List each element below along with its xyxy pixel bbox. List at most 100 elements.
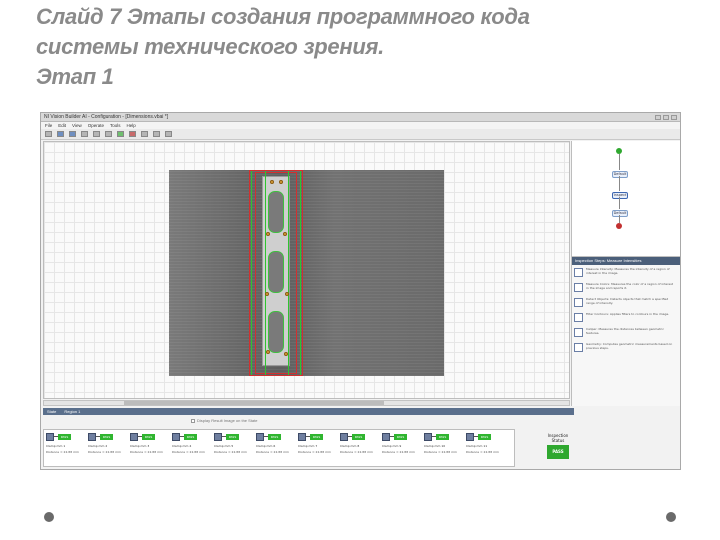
flow-connector — [619, 176, 620, 191]
step-name: Clamp mm 1 — [46, 444, 66, 448]
slide-title-line-3: Этап 1 — [36, 64, 114, 89]
close-button[interactable] — [671, 114, 677, 120]
step-value: Distance = 22.88 mm — [46, 450, 79, 454]
app-screenshot: NI Vision Builder AI - Configuration - [… — [40, 112, 681, 470]
clamp-icon — [340, 433, 348, 441]
new-file-icon[interactable] — [45, 131, 52, 137]
tool-item[interactable]: Filter Contours: Applies filters to cont… — [572, 312, 680, 327]
open-icon[interactable] — [57, 131, 64, 137]
flow-connector — [619, 197, 620, 209]
flow-connector — [619, 154, 620, 170]
measure-colors-icon — [574, 283, 583, 292]
menu-edit[interactable]: Edit — [58, 123, 66, 128]
inspection-step[interactable]: PASS Clamp mm 11 Distance = 22.88 mm — [466, 433, 506, 465]
step-name: Clamp mm 11 — [466, 444, 488, 448]
tool-item[interactable]: Measure Colors: Measures the color of a … — [572, 282, 680, 297]
step-value: Distance = 22.88 mm — [214, 450, 247, 454]
step-name: Clamp mm 4 — [172, 444, 192, 448]
transition-default-2[interactable]: Default — [612, 210, 628, 217]
tool-description: Caliper: Measures the distances between … — [586, 328, 665, 335]
roi-inner[interactable] — [249, 170, 303, 376]
zoom-in-icon[interactable] — [141, 131, 148, 137]
step-name: Clamp mm 3 — [130, 444, 150, 448]
window-titlebar: NI Vision Builder AI - Configuration - [… — [41, 113, 680, 122]
edge-point — [279, 180, 283, 184]
save-icon[interactable] — [69, 131, 76, 137]
zoom-out-icon[interactable] — [153, 131, 160, 137]
edge-point — [266, 350, 270, 354]
tool-list: Measure Intensity: Measures the intensit… — [572, 267, 680, 357]
slide-title-line-1: Слайд 7 Этапы создания программного кода — [36, 4, 530, 29]
slide-title-line-2: системы технического зрения. — [36, 34, 384, 59]
camera-image — [169, 170, 444, 376]
window-controls — [655, 114, 680, 120]
inspect-state[interactable]: Inspect — [612, 192, 628, 199]
clamp-icon — [424, 433, 432, 441]
copy-icon[interactable] — [93, 131, 100, 137]
inspection-step[interactable]: PASS Clamp mm 2 Distance = 22.88 mm — [88, 433, 128, 465]
menu-operate[interactable]: Operate — [88, 123, 104, 128]
tool-description: Measure Colors: Measures the color of a … — [586, 283, 673, 290]
end-state[interactable] — [616, 223, 622, 229]
step-name: Clamp mm 7 — [298, 444, 318, 448]
flow-connector — [619, 215, 620, 223]
menu-help[interactable]: Help — [127, 123, 136, 128]
cut-icon[interactable] — [81, 131, 88, 137]
zoom-fit-icon[interactable] — [165, 131, 172, 137]
inspection-step[interactable]: PASS Clamp mm 3 Distance = 22.88 mm — [130, 433, 170, 465]
tool-item[interactable]: Caliper: Measures the distances between … — [572, 327, 680, 342]
edge-point — [285, 292, 289, 296]
step-value: Distance = 22.88 mm — [382, 450, 415, 454]
image-canvas[interactable] — [43, 141, 570, 399]
tab-region[interactable]: Region 1 — [64, 409, 80, 414]
inspection-step[interactable]: PASS Clamp mm 6 Distance = 22.88 mm — [256, 433, 296, 465]
inspection-step[interactable]: PASS Clamp mm 5 Distance = 22.88 mm — [214, 433, 254, 465]
inspection-step[interactable]: PASS Clamp mm 8 Distance = 22.88 mm — [340, 433, 380, 465]
horizontal-scrollbar[interactable] — [43, 400, 570, 406]
paste-icon[interactable] — [105, 131, 112, 137]
clamp-icon — [298, 433, 306, 441]
caliper-icon — [574, 328, 583, 337]
step-name: Clamp mm 2 — [88, 444, 108, 448]
tab-state[interactable]: State — [47, 409, 56, 414]
bottom-tabs: State Region 1 — [43, 408, 574, 415]
inspection-step[interactable]: PASS Clamp mm 9 Distance = 22.88 mm — [382, 433, 422, 465]
maximize-button[interactable] — [663, 114, 669, 120]
run-icon[interactable] — [117, 131, 124, 137]
step-value: Distance = 22.88 mm — [256, 450, 289, 454]
edge-point — [284, 352, 288, 356]
pass-badge: PASS — [100, 434, 113, 440]
slide-title: Слайд 7 Этапы создания программного кода… — [36, 2, 676, 92]
inspection-step[interactable]: PASS Clamp mm 4 Distance = 22.88 mm — [172, 433, 212, 465]
stop-icon[interactable] — [129, 131, 136, 137]
minimize-button[interactable] — [655, 114, 661, 120]
pass-badge: PASS — [394, 434, 407, 440]
inspection-step[interactable]: PASS Clamp mm 10 Distance = 22.88 mm — [424, 433, 464, 465]
step-value: Distance = 22.88 mm — [298, 450, 331, 454]
step-name: Clamp mm 5 — [214, 444, 234, 448]
inspection-step[interactable]: PASS Clamp mm 1 Distance = 22.88 mm — [46, 433, 86, 465]
transition-default-1[interactable]: Default — [612, 171, 628, 178]
inspection-step[interactable]: PASS Clamp mm 7 Distance = 22.88 mm — [298, 433, 338, 465]
clamp-icon — [466, 433, 474, 441]
tool-item[interactable]: Detect Objects: Detects objects that mat… — [572, 297, 680, 312]
filter-contours-icon — [574, 313, 583, 322]
tool-item[interactable]: Measure Intensity: Measures the intensit… — [572, 267, 680, 282]
step-value: Distance = 22.88 mm — [424, 450, 457, 454]
tool-item[interactable]: Geometry: Computes geometric measurement… — [572, 342, 680, 357]
display-option-checkbox[interactable] — [191, 418, 195, 423]
clamp-icon — [130, 433, 138, 441]
clamp-icon — [382, 433, 390, 441]
menu-file[interactable]: File — [45, 123, 52, 128]
edge-point — [266, 232, 270, 236]
step-value: Distance = 22.88 mm — [340, 450, 373, 454]
menu-view[interactable]: View — [72, 123, 82, 128]
toolbar — [41, 129, 680, 140]
step-name: Clamp mm 8 — [340, 444, 360, 448]
scrollbar-thumb[interactable] — [124, 401, 384, 405]
step-value: Distance = 22.88 mm — [466, 450, 499, 454]
inspection-status: Inspection Status PASS — [541, 433, 575, 467]
step-value: Distance = 22.88 mm — [88, 450, 121, 454]
menu-tools[interactable]: Tools — [110, 123, 121, 128]
display-option[interactable]: Display Result Image on the State — [191, 418, 257, 423]
